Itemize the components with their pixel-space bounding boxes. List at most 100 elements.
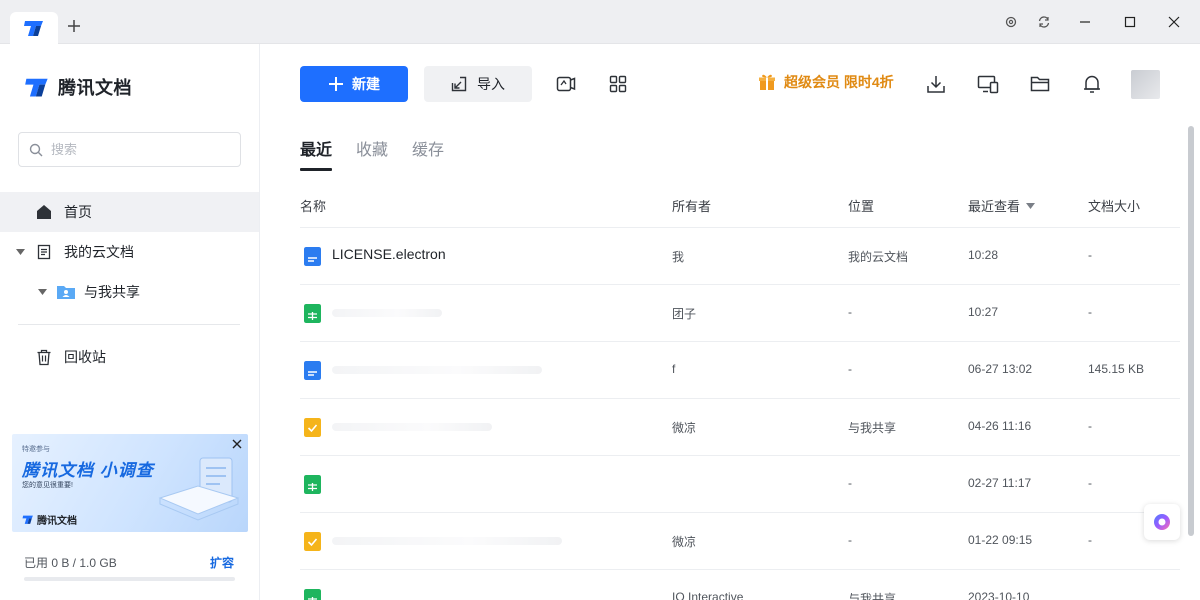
cell-owner: IO Interactive <box>672 590 744 600</box>
doc-file-icon <box>304 247 321 266</box>
banner-logo-text: 腾讯文档 <box>37 516 77 527</box>
cell-location: - <box>848 476 852 490</box>
table-row[interactable]: IO Interactive 与我共享 2023-10-10 <box>300 570 1180 600</box>
book-illustration <box>158 457 240 521</box>
brand-name: 腾讯文档 <box>58 78 132 98</box>
sheet-file-icon <box>304 475 321 494</box>
banner-title: 腾讯文档 小调查 <box>22 461 154 480</box>
redacted-file-name <box>332 309 442 317</box>
notifications-button[interactable] <box>1080 72 1104 96</box>
vip-promo[interactable]: 超级会员 限时4折 <box>758 72 894 92</box>
folder-icon <box>1030 76 1050 92</box>
redacted-file-name <box>332 423 492 431</box>
cell-owner: f <box>672 362 676 376</box>
cell-owner: 团子 <box>672 307 697 321</box>
scrollbar[interactable] <box>1188 126 1194 536</box>
table-row[interactable]: - 02-27 11:17 - <box>300 456 1180 513</box>
cell-size: - <box>1088 305 1092 319</box>
column-header-size: 文档大小 <box>1088 199 1141 214</box>
column-header-viewed[interactable]: 最近查看 <box>968 196 1036 215</box>
caret-down-icon[interactable] <box>15 247 25 257</box>
storage-bar <box>24 577 235 581</box>
file-name[interactable]: LICENSE.electron <box>332 246 446 262</box>
close-window-button[interactable] <box>1162 10 1186 34</box>
form-file-icon <box>304 532 321 551</box>
cell-size: - <box>1088 533 1092 547</box>
cell-viewed: 02-27 11:17 <box>968 476 1032 490</box>
cell-location: 我的云文档 <box>848 250 909 264</box>
table-row[interactable]: 团子 - 10:27 - <box>300 285 1180 342</box>
sort-down-icon <box>1026 202 1036 209</box>
brand[interactable]: 腾讯文档 <box>24 74 132 100</box>
cell-owner: 微凉 <box>672 421 697 435</box>
cell-location: - <box>848 305 852 319</box>
tab-recent[interactable]: 最近 <box>300 136 333 172</box>
sidebar-item-shared[interactable]: 与我共享 <box>0 272 259 312</box>
cell-owner: 我 <box>672 250 685 264</box>
new-button[interactable]: 新建 <box>300 66 408 102</box>
tencent-docs-logo-icon <box>24 21 43 36</box>
expand-storage-link[interactable]: 扩容 <box>210 554 234 571</box>
search-box[interactable] <box>18 132 241 167</box>
template-icon <box>556 76 576 92</box>
column-header-owner: 所有者 <box>672 199 712 214</box>
tab-favorites[interactable]: 收藏 <box>356 136 388 172</box>
trash-icon <box>34 347 54 367</box>
cell-owner: 微凉 <box>672 535 697 549</box>
sidebar: 腾讯文档 首页 我的云文档 与我共享 回收站 <box>0 44 260 600</box>
import-button[interactable]: 导入 <box>424 66 532 102</box>
cell-viewed: 2023-10-10 <box>968 590 1030 600</box>
survey-banner[interactable]: 特邀参与 腾讯文档 小调查 您的意见很重要! 腾讯文档 <box>12 434 248 532</box>
apps-button[interactable] <box>606 72 630 96</box>
cell-location: - <box>848 533 852 547</box>
settings-button[interactable] <box>999 10 1023 34</box>
storage-usage: 已用 0 B / 1.0 GB <box>24 556 117 570</box>
banner-close-button[interactable] <box>230 437 244 451</box>
doc-tabs: 最近 收藏 缓存 <box>300 136 444 172</box>
sidebar-item-trash[interactable]: 回收站 <box>0 337 259 377</box>
devices-button[interactable] <box>976 72 1000 96</box>
sidebar-item-my-docs[interactable]: 我的云文档 <box>0 232 259 272</box>
tab-cache[interactable]: 缓存 <box>412 136 444 172</box>
caret-down-icon[interactable] <box>37 287 47 297</box>
devices-icon <box>977 75 999 94</box>
divider <box>18 324 240 325</box>
import-button-label: 导入 <box>477 76 505 92</box>
close-icon <box>232 439 242 449</box>
column-header-name: 名称 <box>300 199 327 214</box>
ai-assistant-button[interactable] <box>1144 504 1180 540</box>
download-icon <box>927 76 945 93</box>
plus-icon <box>329 77 343 91</box>
sidebar-item-home[interactable]: 首页 <box>0 192 259 232</box>
gift-icon <box>759 74 775 90</box>
minimize-button[interactable] <box>1073 10 1097 34</box>
column-header-viewed-label: 最近查看 <box>968 199 1021 214</box>
cell-location: 与我共享 <box>848 421 897 435</box>
avatar[interactable] <box>1131 70 1160 99</box>
table-row[interactable]: LICENSE.electron 我 我的云文档 10:28 - <box>300 228 1180 285</box>
document-icon <box>34 242 54 262</box>
grid-icon <box>609 75 627 93</box>
sync-button[interactable] <box>1032 10 1056 34</box>
sheet-file-icon <box>304 304 321 323</box>
banner-small-text: 特邀参与 <box>22 446 50 453</box>
table-row[interactable]: 微凉 与我共享 04-26 11:16 - <box>300 399 1180 456</box>
add-tab-button[interactable] <box>62 14 86 38</box>
search-input[interactable] <box>51 142 221 157</box>
sidebar-item-label: 与我共享 <box>84 284 140 300</box>
table-row[interactable]: f - 06-27 13:02 145.15 KB <box>300 342 1180 399</box>
table-row[interactable]: 微凉 - 01-22 09:15 - <box>300 513 1180 570</box>
folder-button[interactable] <box>1028 72 1052 96</box>
cell-location: - <box>848 362 852 376</box>
sidebar-item-label: 回收站 <box>64 349 106 365</box>
bell-icon <box>1084 75 1100 93</box>
app-tab[interactable] <box>10 12 58 44</box>
plus-icon <box>68 20 80 32</box>
template-button[interactable] <box>554 72 578 96</box>
cell-viewed: 10:27 <box>968 305 999 319</box>
table-header: 名称 所有者 位置 最近查看 文档大小 <box>300 184 1180 228</box>
cell-size: 145.15 KB <box>1088 362 1145 376</box>
maximize-button[interactable] <box>1118 10 1142 34</box>
cell-size: - <box>1088 476 1092 490</box>
download-button[interactable] <box>924 72 948 96</box>
